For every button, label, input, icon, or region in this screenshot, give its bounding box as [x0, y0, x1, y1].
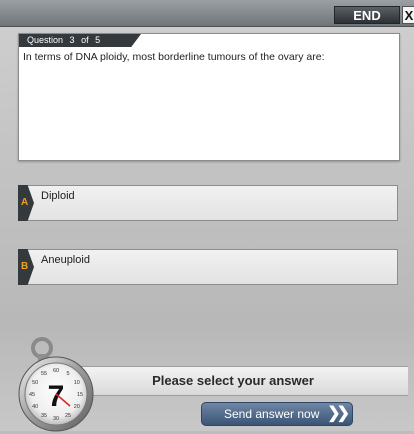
answer-letter: A: [21, 197, 29, 208]
question-of: of: [81, 35, 89, 45]
dial-number: 50: [32, 380, 38, 386]
dial-number: 5: [66, 371, 69, 377]
answer-text: Diploid: [41, 190, 75, 202]
dial-number: 55: [41, 371, 47, 377]
end-button[interactable]: END: [334, 6, 400, 24]
close-button[interactable]: X: [402, 6, 414, 24]
status-bar: Please select your answer: [58, 366, 408, 396]
answer-option-a[interactable]: A Diploid: [18, 185, 398, 221]
question-panel: Question 3 of 5 In terms of DNA ploidy, …: [18, 33, 400, 161]
status-prompt: Please select your answer: [152, 373, 314, 388]
answer-option-b[interactable]: B Aneuploid: [18, 249, 398, 285]
quiz-app: END X Question 3 of 5 In terms of DNA pl…: [0, 0, 414, 432]
dial-number: 40: [32, 404, 38, 410]
dial-number: 10: [74, 380, 80, 386]
answer-text: Aneuploid: [41, 254, 90, 266]
top-bar: END X: [0, 0, 414, 27]
send-answer-label: Send answer now: [224, 407, 320, 421]
question-text: In terms of DNA ploidy, most borderline …: [23, 51, 325, 63]
send-answer-button[interactable]: Send answer now ❯❯: [201, 402, 353, 426]
answer-letter-badge: B: [18, 249, 34, 285]
dial-number: 15: [77, 392, 83, 398]
question-total: 5: [95, 35, 101, 45]
dial-number: 20: [74, 404, 80, 410]
answer-letter: B: [21, 261, 29, 272]
answer-letter-badge: A: [18, 185, 34, 221]
question-label: Question: [27, 35, 64, 45]
double-chevron-right-icon: ❯❯: [327, 405, 350, 422]
dial-number: 45: [29, 392, 35, 398]
dial-number: 35: [41, 413, 47, 419]
stopwatch-icon: 5 10 15 2025 30 3540 45 5055 60 7: [18, 337, 94, 432]
dial-number: 30: [53, 416, 59, 422]
dial-number: 25: [65, 413, 71, 419]
timer-value: 7: [48, 380, 65, 413]
question-current: 3: [69, 35, 75, 45]
dial-number: 60: [53, 368, 59, 374]
question-counter: Question 3 of 5: [19, 34, 141, 47]
